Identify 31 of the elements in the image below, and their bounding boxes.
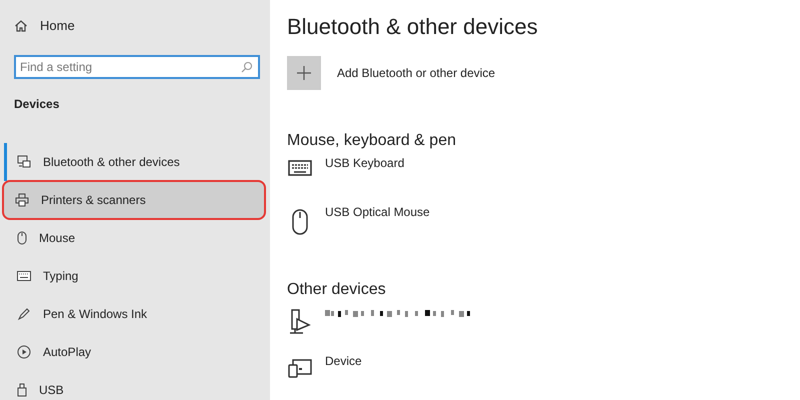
nav-item[interactable]: Mouse (4, 219, 266, 257)
nav-item[interactable]: Printers & scanners (2, 180, 266, 220)
nav-item[interactable]: AutoPlay (4, 333, 266, 371)
search-field[interactable]: Find a setting (14, 55, 260, 79)
nav-item[interactable]: Typing (4, 257, 266, 295)
devices-icon (17, 155, 31, 169)
mouse-icon (292, 208, 308, 234)
device-name: USB Keyboard (325, 156, 404, 172)
printer-icon (15, 193, 29, 207)
section-heading: Other devices (287, 281, 387, 299)
add-device-label: Add Bluetooth or other device (337, 66, 496, 82)
keyboard-icon (17, 271, 31, 281)
device-name: USB Optical Mouse (325, 204, 430, 220)
device-icon (288, 358, 312, 378)
plus-icon (297, 66, 311, 80)
section-heading: Devices (14, 97, 60, 111)
pen-icon (17, 307, 31, 321)
monitor-play-icon (289, 309, 311, 335)
keyboard-icon (288, 160, 312, 176)
home-icon (14, 18, 28, 32)
nav-item[interactable]: Pen & Windows Ink (4, 295, 266, 333)
add-device-button[interactable] (287, 56, 321, 90)
nav-item[interactable]: USB (4, 371, 266, 400)
home-button[interactable]: Home (14, 18, 270, 33)
page-title: Bluetooth & other devices (287, 14, 539, 40)
section-heading: Mouse, keyboard & pen (287, 132, 457, 150)
search-icon (241, 61, 253, 73)
autoplay-icon (17, 345, 31, 359)
mouse-icon (17, 231, 27, 245)
device-name: Device (325, 354, 362, 370)
usb-icon (17, 383, 27, 397)
